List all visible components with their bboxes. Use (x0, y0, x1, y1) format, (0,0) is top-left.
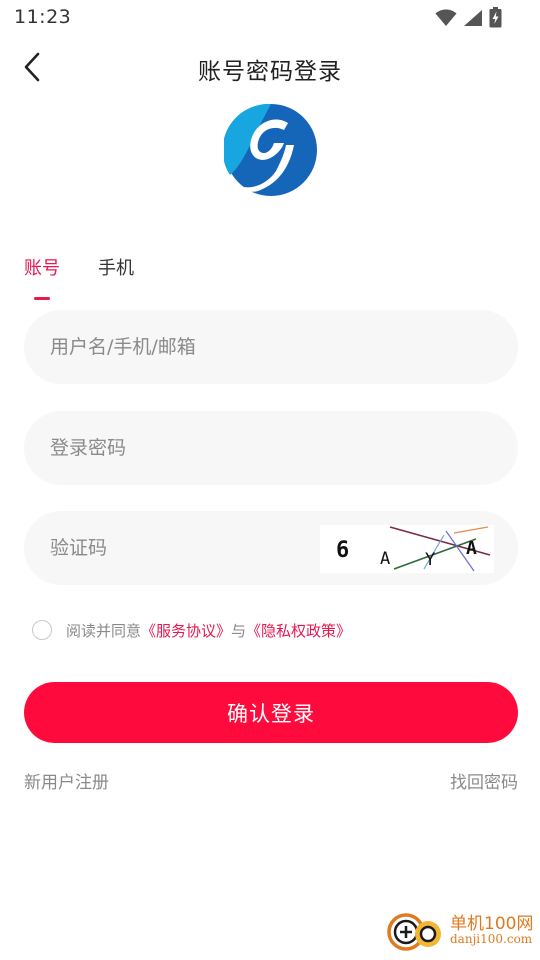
tab-account[interactable]: 账号 (24, 254, 60, 300)
register-link[interactable]: 新用户注册 (24, 768, 109, 793)
captcha-input[interactable] (50, 511, 310, 585)
app-logo-icon (222, 103, 318, 197)
agreement-prefix: 阅读并同意 (66, 621, 142, 640)
watermark: 单机100网 danji100.com (386, 908, 538, 956)
password-field (24, 411, 518, 485)
captcha-field: 6 A Y A (24, 511, 518, 585)
service-agreement-link[interactable]: 《服务协议》 (141, 620, 231, 641)
page-title: 账号密码登录 (198, 59, 342, 85)
svg-text:A: A (380, 549, 390, 569)
tab-active-indicator (34, 297, 50, 300)
watermark-site: danji100.com (450, 932, 533, 946)
header: 账号密码登录 (0, 42, 540, 96)
username-field (24, 310, 518, 384)
password-input[interactable] (50, 411, 490, 485)
watermark-logo-icon (387, 913, 441, 951)
tab-phone-label: 手机 (98, 258, 134, 279)
status-bar: 11:23 (0, 0, 540, 38)
privacy-policy-link[interactable]: 《隐私权政策》 (246, 620, 351, 641)
username-input[interactable] (50, 310, 490, 384)
cell-signal-icon (463, 9, 483, 27)
agreement-row: 阅读并同意 《服务协议》 与 《隐私权政策》 (32, 618, 351, 642)
status-time: 11:23 (14, 6, 72, 28)
svg-text:Y: Y (425, 550, 435, 570)
watermark-brand: 单机100网 (450, 914, 534, 934)
svg-text:6: 6 (336, 538, 349, 563)
login-tabs: 账号 手机 (24, 254, 134, 300)
footer-links: 新用户注册 找回密码 (24, 768, 518, 793)
agreement-conjunction: 与 (231, 621, 247, 640)
agreement-checkbox[interactable] (32, 620, 52, 640)
tab-account-label: 账号 (24, 258, 60, 279)
tab-phone[interactable]: 手机 (98, 254, 134, 294)
forgot-password-link[interactable]: 找回密码 (450, 768, 518, 793)
battery-charging-icon (489, 7, 502, 28)
captcha-image[interactable]: 6 A Y A (320, 525, 494, 573)
confirm-login-button[interactable]: 确认登录 (24, 682, 518, 743)
svg-text:A: A (466, 538, 477, 559)
login-screen: 11:23 账号密码登录 账号 手机 用户名/手机/邮箱 验证码 6 A Y A… (0, 0, 540, 960)
wifi-icon (435, 9, 457, 27)
status-icons (435, 7, 502, 28)
